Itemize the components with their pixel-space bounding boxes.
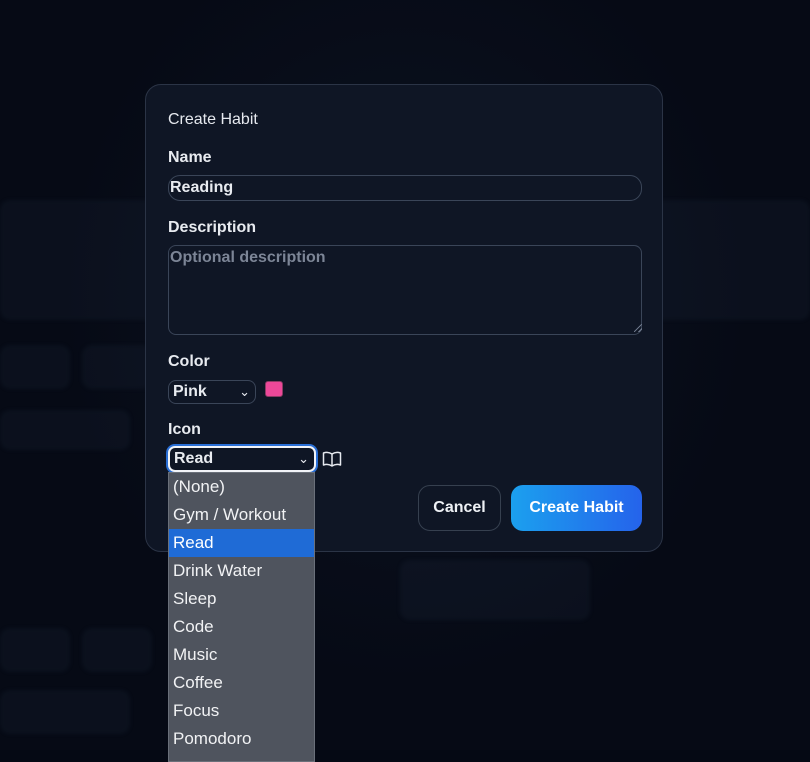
icon-select-value: Read bbox=[174, 450, 214, 467]
dropdown-option[interactable]: Gym / Workout bbox=[169, 501, 314, 529]
create-habit-button[interactable]: Create Habit bbox=[511, 485, 642, 531]
dropdown-option[interactable]: Focus bbox=[169, 697, 314, 725]
color-select-value: Pink bbox=[173, 383, 207, 400]
background-card bbox=[0, 345, 70, 389]
resize-grip[interactable] bbox=[634, 324, 642, 332]
background-card bbox=[82, 628, 152, 672]
dropdown-option[interactable]: Drink Water bbox=[169, 557, 314, 585]
background-card bbox=[0, 690, 130, 734]
dialog-title: Create Habit bbox=[168, 111, 258, 128]
cancel-button[interactable]: Cancel bbox=[418, 485, 501, 531]
icon-dropdown-list: (None) Gym / Workout Read Drink Water Sleep C… bbox=[168, 472, 315, 762]
dropdown-option[interactable]: Read bbox=[169, 529, 314, 557]
name-input[interactable] bbox=[168, 175, 642, 201]
color-select[interactable]: Pink ⌄ bbox=[168, 380, 256, 404]
dropdown-option[interactable]: Sleep bbox=[169, 585, 314, 613]
description-textarea[interactable] bbox=[168, 245, 642, 335]
dropdown-option[interactable]: (None) bbox=[169, 473, 314, 501]
dropdown-option[interactable]: Music bbox=[169, 641, 314, 669]
dropdown-option[interactable]: Pomodoro bbox=[169, 725, 314, 753]
book-open-icon bbox=[322, 451, 342, 467]
background-card bbox=[0, 410, 130, 450]
background-card bbox=[82, 345, 152, 389]
icon-label: Icon bbox=[168, 421, 201, 438]
dropdown-option[interactable]: Coffee bbox=[169, 669, 314, 697]
background-card bbox=[0, 628, 70, 672]
description-wrapper bbox=[146, 245, 664, 335]
description-label: Description bbox=[168, 219, 257, 236]
background-card bbox=[400, 560, 590, 620]
color-label: Color bbox=[168, 353, 210, 370]
name-label: Name bbox=[168, 149, 212, 166]
dropdown-option[interactable]: Code bbox=[169, 613, 314, 641]
color-swatch bbox=[265, 381, 283, 397]
icon-select[interactable]: Read ⌄ bbox=[168, 446, 316, 472]
chevron-down-icon: ⌄ bbox=[298, 451, 309, 466]
chevron-down-icon: ⌄ bbox=[239, 384, 250, 399]
